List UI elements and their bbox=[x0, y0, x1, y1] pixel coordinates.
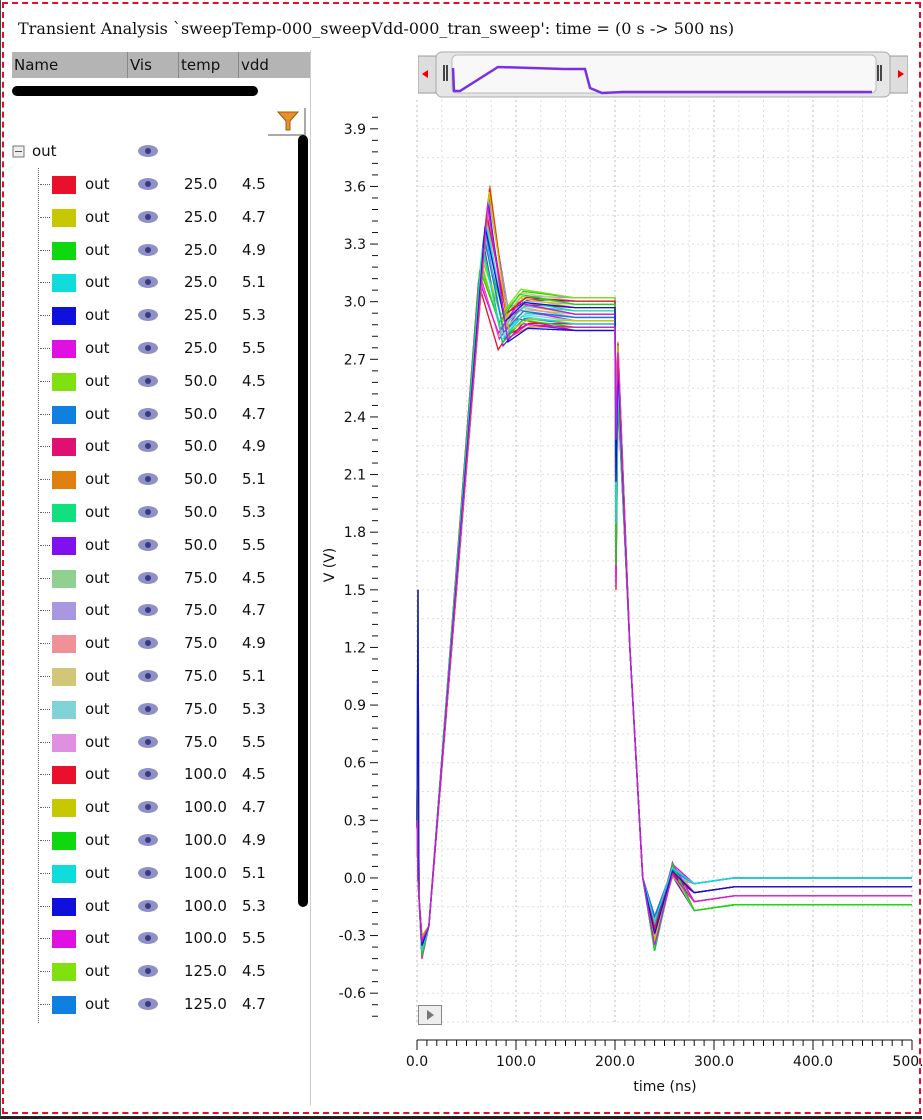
waveform-series bbox=[416, 260, 912, 954]
waveform-series bbox=[416, 213, 912, 944]
y-tick-label: -0.3 bbox=[339, 929, 366, 945]
y-tick-label: 0.0 bbox=[344, 871, 366, 887]
y-tick-label: 1.2 bbox=[344, 640, 366, 656]
y-axis-label: V (V) bbox=[322, 548, 338, 583]
play-icon bbox=[427, 1010, 434, 1020]
x-tick-label: 400.0 bbox=[793, 1054, 833, 1070]
y-tick-label: 3.0 bbox=[344, 295, 366, 311]
x-tick-label: 500. bbox=[892, 1054, 923, 1070]
y-tick-label: 3.3 bbox=[344, 237, 366, 253]
y-tick-label: 0.6 bbox=[344, 756, 366, 772]
y-tick-label: -0.6 bbox=[339, 986, 366, 1002]
x-tick-label: 0.0 bbox=[406, 1054, 428, 1070]
x-tick-label: 200.0 bbox=[595, 1054, 635, 1070]
waveform-series bbox=[416, 198, 912, 942]
y-tick-label: 3.9 bbox=[344, 122, 366, 138]
y-tick-label: 2.4 bbox=[344, 410, 366, 426]
y-tick-label: 0.9 bbox=[344, 698, 366, 714]
y-tick-label: 3.6 bbox=[344, 179, 366, 195]
play-button[interactable] bbox=[418, 1005, 442, 1025]
y-tick-label: 2.7 bbox=[344, 352, 366, 368]
x-tick-label: 100.0 bbox=[496, 1054, 536, 1070]
y-tick-label: 2.1 bbox=[344, 468, 366, 484]
y-tick-label: 1.5 bbox=[344, 583, 366, 599]
x-axis-label: time (ns) bbox=[633, 1079, 696, 1095]
waveform-chart[interactable]: 3.9 3.6 3.3 3.0 2.7 2.4 2.1 1.8 1.5 1.2 0.9 0.6 0.3 0… bbox=[0, 0, 923, 1120]
y-tick-label: 0.3 bbox=[344, 813, 366, 829]
waveform-series bbox=[416, 269, 912, 956]
x-tick-label: 300.0 bbox=[694, 1054, 734, 1070]
y-tick-label: 1.8 bbox=[344, 525, 366, 541]
